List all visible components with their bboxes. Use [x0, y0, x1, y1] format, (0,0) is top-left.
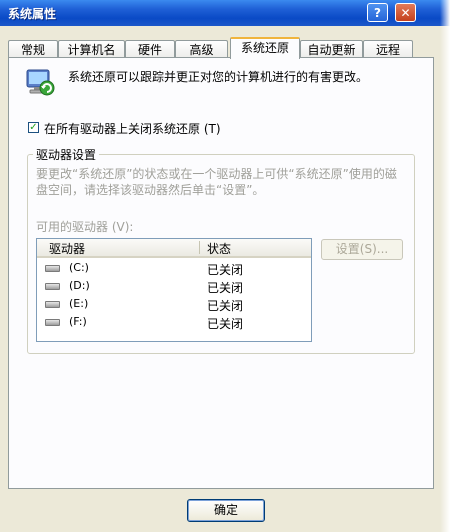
title-bar[interactable]: 系统属性 ? ✕	[0, 0, 450, 26]
right-edge-fade	[440, 0, 450, 532]
system-restore-icon	[26, 69, 55, 96]
help-icon[interactable]: ?	[367, 3, 388, 22]
tab-advanced[interactable]: 高级	[175, 40, 228, 58]
tab-remote[interactable]: 远程	[363, 40, 413, 58]
drive-row[interactable]: (C:) 已关闭	[37, 260, 311, 277]
tab-computer-name[interactable]: 计算机名	[58, 40, 125, 58]
close-icon[interactable]: ✕	[395, 3, 416, 22]
tab-system-restore[interactable]: 系统还原	[230, 37, 300, 59]
drive-name: (C:)	[69, 261, 89, 274]
drive-name: (D:)	[69, 279, 90, 292]
drive-list-header: 驱动器 状态	[37, 239, 311, 258]
drive-status: 已关闭	[207, 263, 244, 277]
drive-row[interactable]: (F:) 已关闭	[37, 314, 311, 331]
drive-icon	[45, 301, 60, 308]
tab-hardware[interactable]: 硬件	[125, 40, 175, 58]
system-properties-window: 系统属性 ? ✕ 常规 计算机名 硬件 高级 系统还原 自动更新 远程 系统还原…	[0, 0, 450, 532]
drive-icon	[45, 319, 60, 326]
disable-restore-label[interactable]: 在所有驱动器上关闭系统还原 (T)	[44, 120, 221, 137]
drive-status: 已关闭	[207, 299, 244, 313]
tab-automatic-updates[interactable]: 自动更新	[300, 40, 363, 58]
drive-settings-hint: 要更改“系统还原”的状态或在一个驱动器上可供“系统还原”使用的磁盘空间，请选择该…	[36, 167, 397, 197]
ok-button[interactable]: 确定	[187, 499, 265, 522]
drive-icon	[45, 283, 60, 290]
drive-status: 已关闭	[207, 281, 244, 295]
drive-name: (E:)	[69, 297, 89, 310]
tab-general[interactable]: 常规	[8, 40, 58, 58]
column-status[interactable]: 状态	[207, 240, 231, 257]
available-drives-label: 可用的驱动器 (V):	[36, 220, 134, 234]
tab-strip: 常规 计算机名 硬件 高级 系统还原 自动更新 远程	[8, 37, 442, 59]
column-drive[interactable]: 驱动器	[49, 240, 85, 257]
intro-text: 系统还原可以跟踪并更正对您的计算机进行的有害更改。	[68, 70, 369, 84]
drive-row[interactable]: (D:) 已关闭	[37, 278, 311, 295]
column-divider[interactable]	[199, 241, 200, 254]
drive-settings-title: 驱动器设置	[33, 146, 100, 163]
window-title: 系统属性	[8, 7, 57, 21]
drive-status: 已关闭	[207, 317, 244, 331]
drive-name: (F:)	[69, 315, 87, 328]
drive-row[interactable]: (E:) 已关闭	[37, 296, 311, 313]
drive-icon	[45, 265, 60, 272]
drive-list[interactable]: 驱动器 状态 (C:) 已关闭 (D:) 已关闭 (E:) 已关闭 (F:) 已…	[36, 238, 312, 342]
settings-button[interactable]: 设置(S)...	[321, 239, 403, 260]
disable-restore-checkbox[interactable]: ✓	[28, 122, 39, 133]
